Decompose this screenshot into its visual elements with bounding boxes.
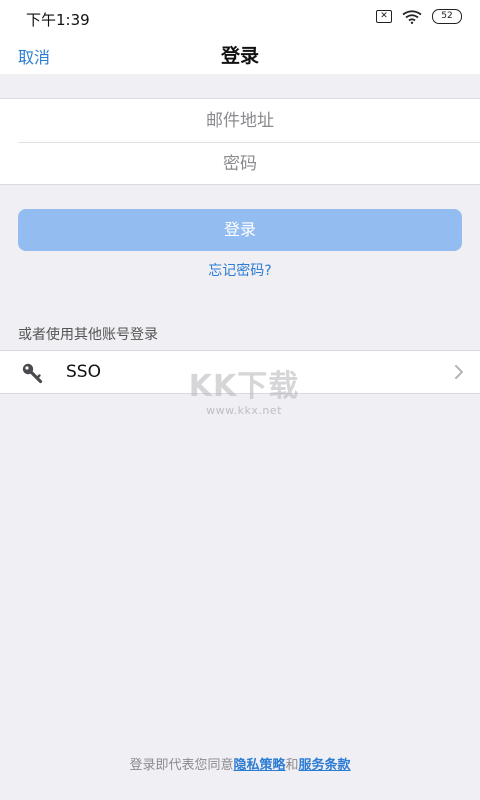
sso-label: SSO	[66, 362, 101, 382]
terms-footer: 登录即代表您同意隐私策略和服务条款	[0, 754, 480, 773]
footer-prefix: 登录即代表您同意	[129, 758, 234, 773]
email-field[interactable]	[18, 100, 462, 142]
privacy-policy-link[interactable]: 隐私策略	[233, 758, 285, 773]
battery-icon: 52	[432, 9, 462, 24]
login-form	[0, 98, 480, 185]
forgot-password-link[interactable]: 忘记密码?	[0, 260, 480, 280]
other-login-header: 或者使用其他账号登录	[18, 327, 158, 343]
terms-of-service-link[interactable]: 服务条款	[299, 758, 351, 773]
nav-bar: 取消 登录	[0, 34, 480, 74]
page-title: 登录	[220, 45, 259, 67]
status-bar: 下午1:39 ✕ 52	[0, 0, 480, 34]
status-icons: ✕ 52	[376, 9, 462, 24]
sso-login-row[interactable]: SSO	[0, 350, 480, 394]
password-field[interactable]	[18, 143, 462, 185]
status-time: 下午1:39	[26, 11, 90, 29]
wifi-icon	[402, 9, 422, 24]
key-icon	[21, 362, 43, 388]
no-sim-icon: ✕	[376, 10, 392, 23]
chevron-right-icon	[454, 364, 464, 384]
footer-joiner: 和	[285, 758, 299, 773]
login-button[interactable]: 登录	[18, 209, 462, 251]
watermark-url: www.kkx.net	[206, 404, 282, 417]
